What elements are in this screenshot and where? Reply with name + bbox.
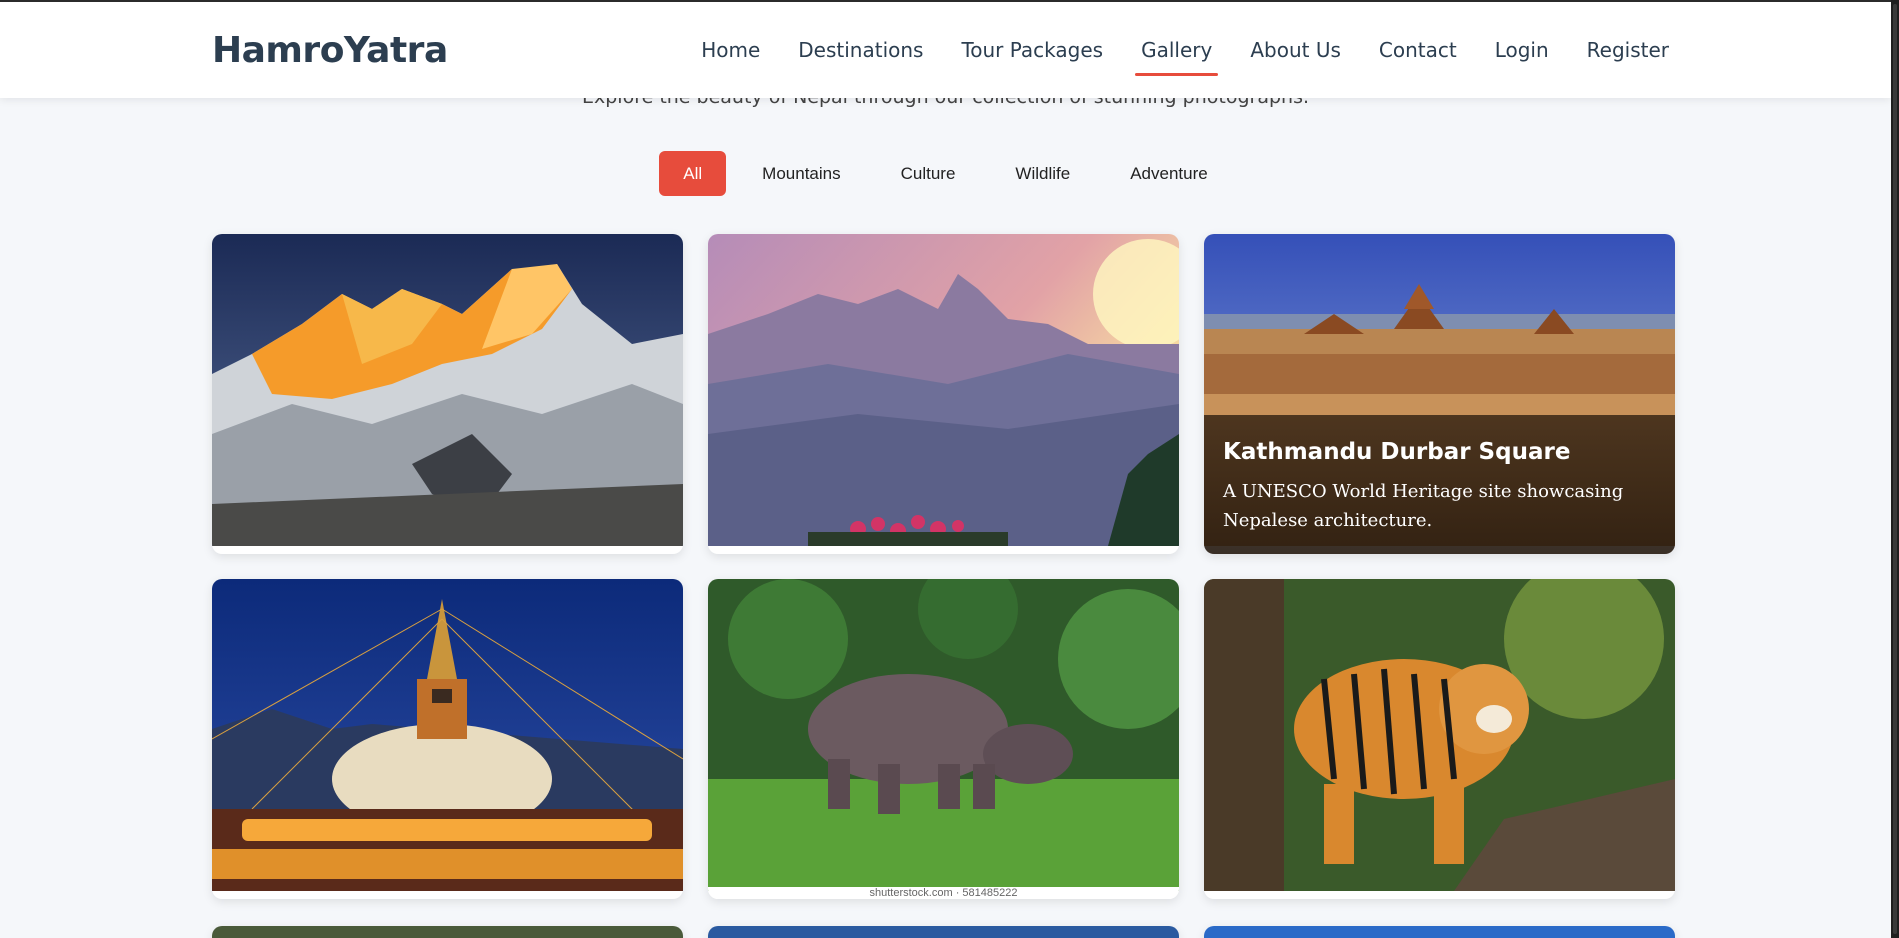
filter-adventure[interactable]: Adventure <box>1106 151 1232 196</box>
gallery-grid: Kathmandu Durbar Square A UNESCO World H… <box>212 234 1675 899</box>
gallery-card-everest[interactable] <box>212 234 683 554</box>
gallery-card-durbar-square[interactable]: Kathmandu Durbar Square A UNESCO World H… <box>1204 234 1675 554</box>
main-nav: Home Destinations Tour Packages Gallery … <box>701 2 1669 98</box>
card-description: A UNESCO World Heritage site showcasing … <box>1223 481 1624 531</box>
card-caption: Kathmandu Durbar Square A UNESCO World H… <box>1204 415 1675 554</box>
gallery-card-boudhanath[interactable] <box>212 579 683 899</box>
nav-home[interactable]: Home <box>701 32 760 68</box>
nav-register[interactable]: Register <box>1587 32 1669 68</box>
gallery-card-partial[interactable] <box>708 926 1179 938</box>
filter-culture[interactable]: Culture <box>877 151 980 196</box>
boudhanath-image[interactable] <box>212 579 683 891</box>
gallery-card-partial[interactable] <box>212 926 683 938</box>
scrollbar[interactable] <box>1891 0 1899 938</box>
site-logo[interactable]: HamroYatra <box>212 30 448 71</box>
gallery-filters: All Mountains Culture Wildlife Adventure <box>0 151 1891 196</box>
everest-image[interactable] <box>212 234 683 546</box>
filter-mountains[interactable]: Mountains <box>738 151 864 196</box>
gallery-card-rhino[interactable]: shutterstock.com · 581485222 <box>708 579 1179 899</box>
nav-destinations[interactable]: Destinations <box>798 32 923 68</box>
card-title: Kathmandu Durbar Square <box>1223 439 1571 465</box>
annapurna-image[interactable] <box>708 234 1179 546</box>
window-top-border <box>0 0 1899 2</box>
rhino-image[interactable] <box>708 579 1179 891</box>
filter-wildlife[interactable]: Wildlife <box>991 151 1094 196</box>
site-header: HamroYatra Home Destinations Tour Packag… <box>0 2 1891 98</box>
nav-login[interactable]: Login <box>1495 32 1549 68</box>
gallery-card-tiger[interactable] <box>1204 579 1675 899</box>
nav-about-us[interactable]: About Us <box>1250 32 1341 68</box>
nav-contact[interactable]: Contact <box>1379 32 1457 68</box>
nav-gallery[interactable]: Gallery <box>1135 32 1219 76</box>
tiger-image[interactable] <box>1204 579 1675 891</box>
filter-all[interactable]: All <box>659 151 727 196</box>
scrollbar-thumb[interactable] <box>1893 4 1897 934</box>
gallery-card-partial[interactable] <box>1204 926 1675 938</box>
gallery-grid-next-row <box>212 926 1675 938</box>
gallery-card-annapurna[interactable] <box>708 234 1179 554</box>
nav-tour-packages[interactable]: Tour Packages <box>961 32 1103 68</box>
image-watermark: shutterstock.com · 581485222 <box>708 887 1179 899</box>
